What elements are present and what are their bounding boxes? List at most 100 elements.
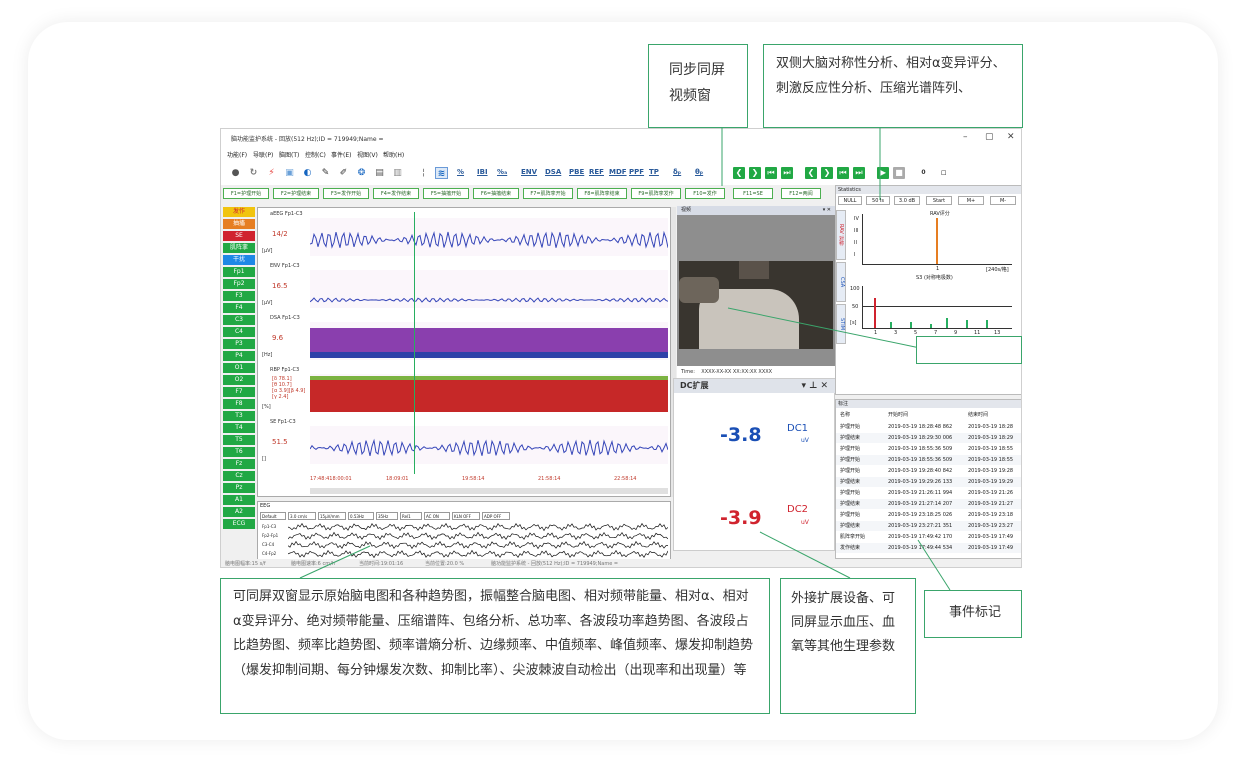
left-button[interactable]: F3 — [223, 291, 255, 301]
globe-icon[interactable]: ◐ — [301, 167, 314, 179]
scrollbar[interactable] — [310, 488, 668, 494]
eeg-control[interactable]: 0.53Hz — [348, 512, 374, 520]
tb-ref[interactable]: REF — [589, 168, 604, 176]
minimize-button[interactable]: – — [963, 132, 968, 142]
event-row[interactable]: 发作结束 2019-03-19 17:49:44 534 2019-03-19 17… — [836, 543, 1021, 553]
tab-csa[interactable]: CSA — [836, 262, 846, 302]
fkey-8[interactable]: F8=肌阵挛结束 — [577, 188, 627, 199]
cursor-line[interactable] — [414, 212, 415, 474]
tb-alpha[interactable]: %ₐ — [497, 168, 507, 176]
event-row[interactable]: 肌阵挛开始 2019-03-19 17:49:42 170 2019-03-19 1… — [836, 532, 1021, 542]
left-button[interactable]: Fp2 — [223, 279, 255, 289]
fkey-2[interactable]: F2=护理结束 — [273, 188, 319, 199]
left-button[interactable]: F7 — [223, 387, 255, 397]
screen-icon[interactable]: ▣ — [283, 167, 296, 179]
trend-plot[interactable] — [309, 270, 669, 308]
trend-plot[interactable] — [310, 322, 668, 360]
trend-plot[interactable] — [309, 218, 669, 256]
ruler-icon[interactable]: ▥ — [391, 167, 404, 179]
left-button[interactable]: C4 — [223, 327, 255, 337]
play-icon[interactable]: ▶ — [877, 167, 889, 179]
nav-prev2-icon[interactable]: ❮ — [805, 167, 817, 179]
nav-last-icon[interactable]: ⏭ — [781, 167, 793, 179]
stats-btn-start[interactable]: Start — [926, 196, 952, 205]
stop-icon[interactable]: ■ — [893, 167, 905, 179]
stats-btn-null[interactable]: NULL — [838, 196, 862, 205]
tb-theta[interactable]: θₚ — [695, 168, 703, 176]
tb-percent[interactable]: % — [457, 168, 464, 176]
stats-btn-mplus[interactable]: M+ — [958, 196, 984, 205]
left-button[interactable]: P4 — [223, 351, 255, 361]
tb-ibi[interactable]: IBI — [477, 168, 488, 176]
eeg-control[interactable]: 3.0 cm/s — [288, 512, 316, 520]
left-button[interactable]: Pz — [223, 483, 255, 493]
left-button[interactable]: A1 — [223, 495, 255, 505]
fkey-10[interactable]: F10=发作 — [685, 188, 725, 199]
event-row[interactable]: 护理开始 2019-03-19 21:26:11 994 2019-03-19 21… — [836, 488, 1021, 498]
dc-header-icons[interactable]: ▾ ⊥ ✕ — [801, 379, 828, 393]
left-button[interactable]: P3 — [223, 339, 255, 349]
left-button[interactable]: 发作 — [223, 207, 255, 217]
eeg-mode-icon[interactable]: ≋ — [435, 167, 448, 179]
fkey-9[interactable]: F9=肌阵挛发作 — [631, 188, 681, 199]
event-row[interactable]: 护理开始 2019-03-19 23:18:25 026 2019-03-19 23… — [836, 510, 1021, 520]
fkey-11[interactable]: F11=SE — [733, 188, 773, 199]
tb-tp[interactable]: TP — [649, 168, 659, 176]
eeg-control[interactable]: Default — [260, 512, 286, 520]
close-icon[interactable]: ▾ ✕ — [823, 206, 831, 215]
network-icon[interactable]: ❂ — [355, 167, 368, 179]
menu-function[interactable]: 功能(F) — [227, 150, 247, 159]
nav-last2-icon[interactable]: ⏭ — [853, 167, 865, 179]
left-button[interactable]: ECG — [223, 519, 255, 529]
eeg-control[interactable]: KLN OFF — [452, 512, 480, 520]
left-button[interactable]: T4 — [223, 423, 255, 433]
trend-plot[interactable] — [309, 426, 669, 464]
video-frame[interactable] — [679, 261, 833, 349]
left-button[interactable]: 肌阵挛 — [223, 243, 255, 253]
tb-pbe[interactable]: PBE — [569, 168, 584, 176]
monitor-icon[interactable]: ▤ — [373, 167, 386, 179]
tb-ppf[interactable]: PPF — [629, 168, 644, 176]
event-row[interactable]: 护理开始 2019-03-19 18:55:36 509 2019-03-19 18… — [836, 455, 1021, 465]
left-button[interactable]: Fp1 — [223, 267, 255, 277]
menu-brainmap[interactable]: 脑图(T) — [279, 150, 299, 159]
left-button[interactable]: 抽搐 — [223, 219, 255, 229]
fkey-7[interactable]: F7=肌阵挛开始 — [523, 188, 573, 199]
tb-dsa[interactable]: DSA — [545, 168, 561, 176]
event-row[interactable]: 护理开始 2019-03-19 19:28:40 842 2019-03-19 19… — [836, 466, 1021, 476]
tool-icon[interactable]: ✎ — [319, 167, 332, 179]
lock-icon[interactable]: ▫ — [937, 167, 950, 179]
event-row[interactable]: 护理开始 2019-03-19 18:55:36 509 2019-03-19 18… — [836, 444, 1021, 454]
stats-btn-mminus[interactable]: M- — [990, 196, 1016, 205]
nav-next-icon[interactable]: ❯ — [749, 167, 761, 179]
eeg-control[interactable]: 35Hz — [376, 512, 398, 520]
eeg-control[interactable]: Rel1 — [400, 512, 422, 520]
event-row[interactable]: 护理开始 2019-03-19 18:28:48 862 2019-03-19 18… — [836, 422, 1021, 432]
fkey-12[interactable]: F12=两阅 — [781, 188, 821, 199]
event-row[interactable]: 护理结束 2019-03-19 23:27:21 351 2019-03-19 23… — [836, 521, 1021, 531]
left-button[interactable]: C3 — [223, 315, 255, 325]
left-button[interactable]: Cz — [223, 471, 255, 481]
trend-plot[interactable] — [310, 374, 668, 412]
event-row[interactable]: 护理结束 2019-03-19 19:29:26 133 2019-03-19 19… — [836, 477, 1021, 487]
refresh-icon[interactable]: ↻ — [247, 167, 260, 179]
stats-btn-db[interactable]: 3.0 dB — [894, 196, 920, 205]
nav-prev-icon[interactable]: ❮ — [733, 167, 745, 179]
menu-lead[interactable]: 导联(P) — [253, 150, 273, 159]
fkey-1[interactable]: F1=护理开始 — [223, 188, 269, 199]
pen-icon[interactable]: ✐ — [337, 167, 350, 179]
eeg-control[interactable]: ADP OFF — [482, 512, 510, 520]
left-button[interactable]: T5 — [223, 435, 255, 445]
left-button[interactable]: O1 — [223, 363, 255, 373]
tb-mdf[interactable]: MDF — [609, 168, 627, 176]
left-button[interactable]: O2 — [223, 375, 255, 385]
tab-stim[interactable]: STIM — [836, 304, 846, 344]
left-button[interactable]: T3 — [223, 411, 255, 421]
tb-delta[interactable]: δₚ — [673, 168, 681, 176]
close-button[interactable]: ✕ — [1007, 132, 1015, 142]
left-button[interactable]: T6 — [223, 447, 255, 457]
menu-help[interactable]: 帮助(H) — [383, 150, 404, 159]
nav-next2-icon[interactable]: ❯ — [821, 167, 833, 179]
fkey-3[interactable]: F3=发作开始 — [323, 188, 369, 199]
event-row[interactable]: 护理结束 2019-03-19 21:27:14 207 2019-03-19 21… — [836, 499, 1021, 509]
